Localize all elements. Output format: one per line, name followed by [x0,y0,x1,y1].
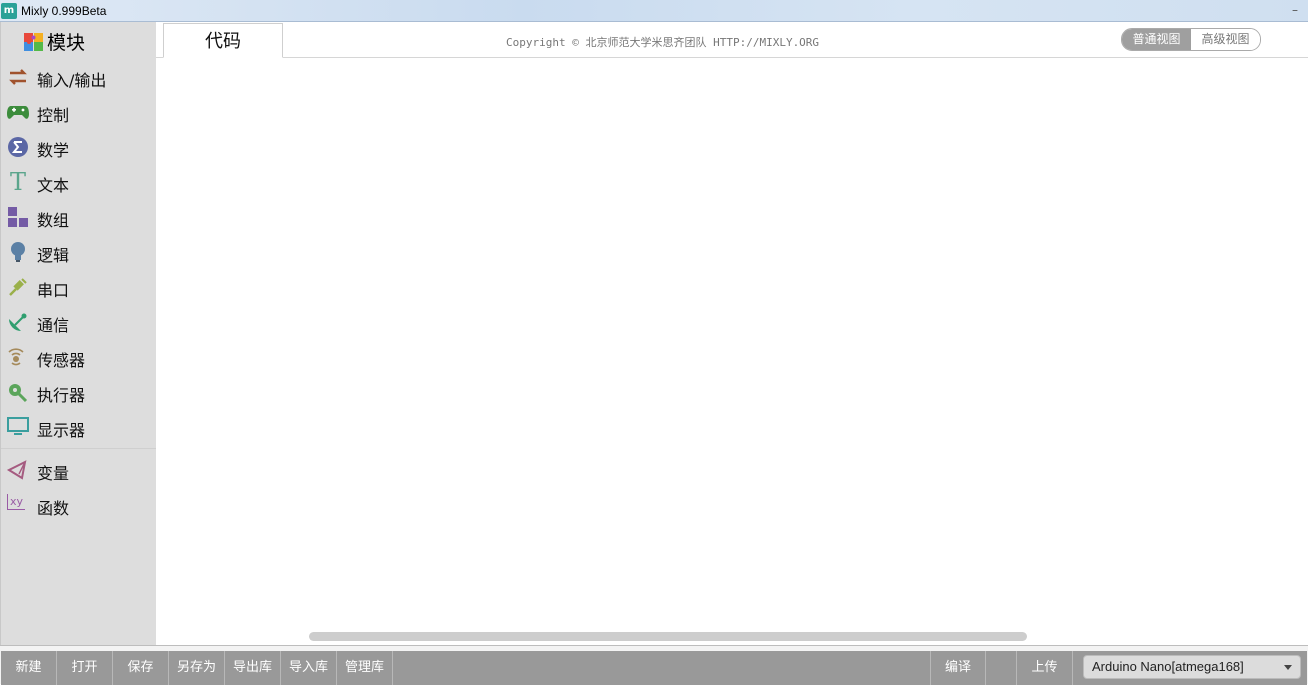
sidebar-title: 模块 [47,32,86,54]
copyright-text: Copyright © 北京师范大学米思齐团队 HTTP://MIXLY.ORG [506,36,820,49]
category-logic[interactable]: 逻辑 [1,236,157,268]
export-library-button[interactable]: 导出库 [225,651,281,685]
category-label: 通信 [37,316,70,335]
footer-spacer [986,651,1017,685]
usb-plug-icon [7,276,29,298]
save-as-button[interactable]: 另存为 [169,651,225,685]
window-menu-icon[interactable]: – [1288,3,1302,17]
io-arrows-icon [7,66,29,88]
category-function[interactable]: xy 函数 [1,489,157,521]
bottom-toolbar: 新建 打开 保存 另存为 导出库 导入库 管理库 编译 上传 Arduino N… [0,645,1308,685]
satellite-icon [7,311,29,333]
category-io[interactable]: 输入/输出 [1,61,157,93]
horizontal-scrollbar[interactable] [309,632,1027,641]
block-category-sidebar: 模块 输入/输出 控制 数学 T 文本 数组 逻辑 串口 通信 传感器 执行器 … [0,22,157,645]
import-library-button[interactable]: 导入库 [281,651,337,685]
function-xy-icon: xy [7,494,25,510]
category-serial[interactable]: 串口 [1,271,157,303]
sidebar-divider [1,448,157,449]
variable-icon [7,459,29,481]
category-math[interactable]: 数学 [1,131,157,163]
category-control[interactable]: 控制 [1,96,157,128]
toolbar-bar: 新建 打开 保存 另存为 导出库 导入库 管理库 编译 上传 Arduino N… [1,651,1307,685]
actuator-icon [7,381,29,403]
category-label: 数组 [37,211,70,230]
category-text[interactable]: T 文本 [1,166,157,198]
category-label: 变量 [37,464,70,483]
view-mode-toggle: 普通视图 高级视图 [1121,28,1261,51]
manage-library-button[interactable]: 管理库 [337,651,393,685]
open-button[interactable]: 打开 [57,651,113,685]
blockly-workspace[interactable] [156,58,1308,645]
sensor-waves-icon [7,346,29,368]
category-label: 传感器 [37,351,86,370]
normal-view-button[interactable]: 普通视图 [1122,29,1191,50]
window-title: Mixly 0.999Beta [21,3,107,18]
category-label: 执行器 [37,386,86,405]
category-communication[interactable]: 通信 [1,306,157,338]
compile-button[interactable]: 编译 [930,651,986,685]
category-label: 串口 [37,281,70,300]
gamepad-icon [7,101,29,123]
category-actuator[interactable]: 执行器 [1,376,157,408]
category-label: 数学 [37,141,70,160]
category-label: 输入/输出 [37,71,107,90]
category-label: 文本 [37,176,70,195]
upload-button[interactable]: 上传 [1017,651,1073,685]
lightbulb-icon [7,241,29,263]
text-t-icon: T [9,168,26,196]
save-button[interactable]: 保存 [113,651,169,685]
category-label: 显示器 [37,421,86,440]
array-blocks-icon [7,206,29,228]
category-display[interactable]: 显示器 [1,411,157,443]
new-button[interactable]: 新建 [1,651,57,685]
window-titlebar: m Mixly 0.999Beta – [0,0,1308,22]
category-label: 逻辑 [37,246,70,265]
chevron-down-icon [1284,665,1292,670]
category-sensor[interactable]: 传感器 [1,341,157,373]
puzzle-icon [24,33,43,51]
mixly-app-icon: m [1,2,17,19]
editor-tabbar: 代码 Copyright © 北京师范大学米思齐团队 HTTP://MIXLY.… [156,22,1308,58]
category-label: 函数 [37,499,70,518]
category-variable[interactable]: 变量 [1,454,157,486]
monitor-icon [7,416,29,438]
board-select[interactable]: Arduino Nano[atmega168] [1083,655,1301,679]
board-select-value: Arduino Nano[atmega168] [1092,659,1244,674]
sigma-icon [7,136,29,158]
category-array[interactable]: 数组 [1,201,157,233]
sidebar-header: 模块 [1,22,157,58]
tab-code[interactable]: 代码 [163,23,283,58]
category-label: 控制 [37,106,70,125]
advanced-view-button[interactable]: 高级视图 [1191,29,1260,50]
